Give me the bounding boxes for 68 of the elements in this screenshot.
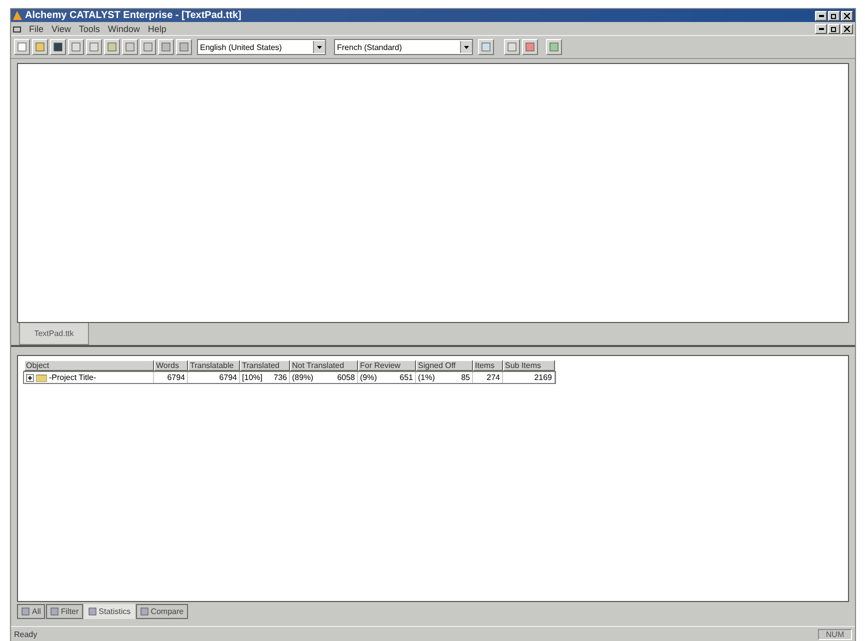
column-header[interactable]: Translatable — [188, 360, 240, 371]
menu-item[interactable]: View — [52, 24, 71, 34]
list-button[interactable] — [122, 39, 138, 55]
close-icon — [844, 12, 850, 18]
document-button[interactable] — [104, 39, 120, 55]
column-header[interactable]: Words — [154, 360, 188, 371]
window-title: Alchemy CATALYST Enterprise - [TextPad.ttk] — [25, 10, 242, 21]
minimize-button[interactable] — [815, 10, 827, 20]
table-cell: 274 — [473, 372, 503, 383]
restore-icon — [831, 12, 837, 18]
panel-button[interactable] — [546, 39, 562, 55]
close-button[interactable] — [841, 10, 853, 20]
menu-item[interactable]: Help — [148, 24, 166, 34]
menu-item[interactable]: Window — [108, 24, 140, 34]
minimize-icon — [818, 28, 824, 30]
restore-button[interactable] — [828, 10, 840, 20]
column-header[interactable]: Not Translated — [290, 360, 358, 371]
tab-icon — [88, 607, 97, 616]
source-language-dropdown[interactable]: English (United States) — [197, 39, 326, 55]
view-tab[interactable]: All — [17, 604, 45, 619]
minimize-icon — [818, 14, 824, 16]
new-file-button[interactable] — [14, 39, 30, 55]
help-button[interactable] — [478, 39, 494, 55]
column-header[interactable]: Items — [473, 360, 503, 371]
table-cell: 6794 — [188, 372, 240, 383]
column-header[interactable]: Translated — [240, 360, 290, 371]
dropdown-arrow-icon — [317, 46, 322, 48]
tree-button[interactable] — [504, 39, 520, 55]
table-cell: 6794 — [154, 372, 188, 383]
expand-icon[interactable] — [26, 374, 34, 382]
menu-item[interactable]: Tools — [78, 24, 100, 34]
view-tab[interactable]: Compare — [136, 604, 188, 619]
redo-button[interactable] — [86, 39, 102, 55]
table-cell: 2169 — [503, 372, 555, 383]
restore-button[interactable] — [828, 24, 840, 34]
tab-icon — [140, 607, 149, 616]
num-lock-indicator: NUM — [818, 629, 852, 640]
system-menu-icon[interactable] — [13, 24, 21, 32]
dropdown-arrow-icon — [464, 46, 469, 48]
table-cell: -Project Title- — [49, 373, 96, 382]
table-cell: (1%) 85 — [416, 372, 473, 383]
list-button[interactable] — [140, 39, 156, 55]
column-header[interactable]: For Review — [358, 360, 416, 371]
table-cell: (9%) 651 — [358, 372, 416, 383]
column-header[interactable]: Sub Items — [503, 360, 555, 371]
minimize-button[interactable] — [815, 24, 827, 34]
undo-button[interactable] — [68, 39, 84, 55]
column-header[interactable]: Signed Off — [416, 360, 473, 371]
table-cell: [10%] 736 — [240, 372, 290, 383]
close-button[interactable] — [841, 24, 853, 34]
document-tab[interactable]: TextPad.ttk — [19, 323, 89, 345]
restore-icon — [831, 26, 837, 32]
app-icon — [13, 11, 22, 20]
menu-item[interactable]: File — [29, 24, 44, 34]
object-button[interactable] — [522, 39, 538, 55]
column-header[interactable]: Object — [24, 360, 154, 371]
table-cell: (89%) 6058 — [290, 372, 358, 383]
close-icon — [844, 26, 850, 32]
save-button[interactable] — [50, 39, 66, 55]
view-tab[interactable]: Statistics — [84, 604, 135, 619]
tab-icon — [21, 607, 30, 616]
paste-button[interactable] — [176, 39, 192, 55]
status-message: Ready — [14, 630, 38, 639]
folder-button[interactable] — [32, 39, 48, 55]
copy-button[interactable] — [158, 39, 174, 55]
target-language-dropdown[interactable]: French (Standard) — [334, 39, 473, 55]
tab-icon — [50, 607, 59, 616]
view-tab[interactable]: Filter — [46, 604, 83, 619]
